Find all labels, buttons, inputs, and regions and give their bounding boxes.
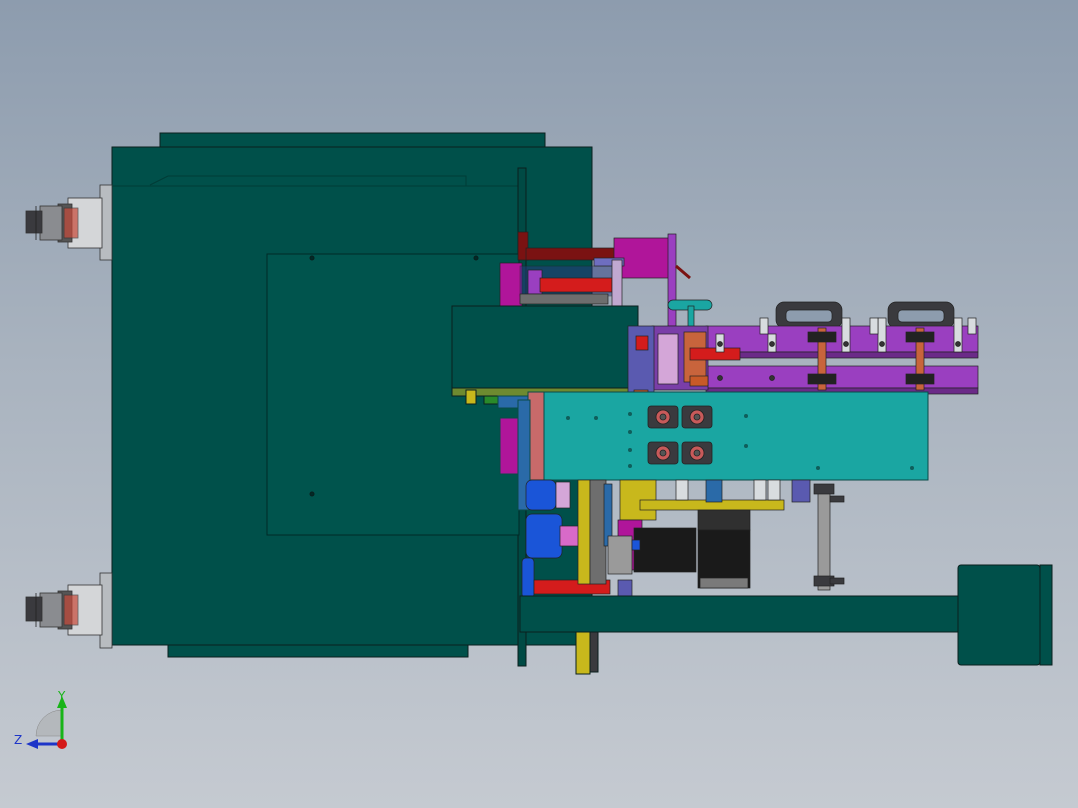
spindle-motor-bottom[interactable] [25,572,113,649]
x-axis-icon [57,739,67,749]
lower-mechanism[interactable] [521,479,845,599]
y-axis-label: Y [57,689,66,703]
spindle-motor-top[interactable] [25,184,113,261]
cover-box[interactable] [451,305,639,405]
coordinate-triad: Y Z [14,689,67,749]
rail-assembly[interactable] [627,301,979,403]
machine-assembly-view[interactable]: Y Z [0,0,1078,808]
cad-viewport[interactable]: Y Z [0,0,1078,808]
z-axis-label: Z [14,733,22,747]
